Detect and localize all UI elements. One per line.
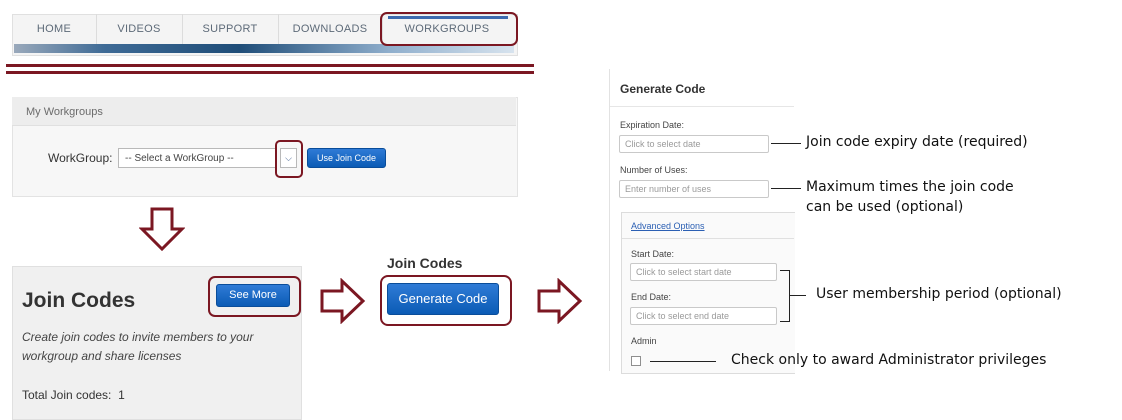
start-date-field[interactable]: Click to select start date: [630, 263, 777, 281]
membership-annotation-line: [790, 295, 806, 296]
workgroups-highlight-box: [380, 12, 518, 46]
max-uses-annotation-line2: can be used (optional): [806, 199, 964, 215]
total-join-codes: Total Join codes: 1: [22, 388, 125, 402]
admin-annotation-line: [650, 361, 716, 362]
join-codes-title: Join Codes: [22, 289, 136, 312]
divider-rule-bottom: [6, 71, 534, 74]
number-of-uses-label: Number of Uses:: [620, 165, 688, 175]
arrow-right-icon: [320, 278, 366, 324]
use-join-code-button[interactable]: Use Join Code: [307, 148, 386, 168]
arrow-right-icon: [537, 278, 583, 324]
nav-support[interactable]: SUPPORT: [182, 14, 279, 44]
generate-section-heading: Join Codes: [387, 255, 463, 271]
max-uses-annotation-line: [771, 188, 801, 189]
admin-label: Admin: [631, 336, 657, 346]
generate-code-highlight-box: [380, 275, 512, 326]
start-date-label: Start Date:: [631, 249, 675, 259]
end-date-label: End Date:: [631, 292, 672, 302]
membership-annotation: User membership period (optional): [816, 286, 1062, 302]
expiration-date-label: Expiration Date:: [620, 120, 685, 130]
nav-videos[interactable]: VIDEOS: [96, 14, 183, 44]
nav-home[interactable]: HOME: [12, 14, 97, 44]
arrow-down-icon: [139, 207, 185, 251]
nav-downloads[interactable]: DOWNLOADS: [278, 14, 383, 44]
expiration-date-field[interactable]: Click to select date: [619, 135, 769, 153]
form-title: Generate Code: [620, 82, 706, 96]
expiry-annotation: Join code expiry date (required): [806, 134, 1028, 150]
workgroup-select[interactable]: -- Select a WorkGroup --: [118, 148, 276, 168]
form-header-divider: [610, 106, 794, 107]
max-uses-annotation-line1: Maximum times the join code: [806, 179, 1014, 195]
membership-bracket: [780, 270, 790, 322]
my-workgroups-title: My Workgroups: [26, 106, 103, 118]
expiry-annotation-line: [771, 143, 801, 144]
total-join-codes-value: 1: [118, 388, 125, 402]
end-date-field[interactable]: Click to select end date: [630, 307, 777, 325]
divider-rule-top: [6, 64, 534, 67]
join-codes-description: Create join codes to invite members to y…: [22, 330, 254, 363]
admin-checkbox[interactable]: [631, 356, 641, 366]
total-join-codes-label: Total Join codes:: [22, 388, 112, 402]
see-more-highlight-box: [208, 276, 301, 317]
workgroup-label: WorkGroup:: [48, 151, 113, 165]
advanced-options-divider: [622, 238, 794, 239]
number-of-uses-field[interactable]: Enter number of uses: [619, 180, 769, 198]
advanced-options-link[interactable]: Advanced Options: [631, 221, 705, 231]
dropdown-highlight-box: [275, 140, 303, 178]
admin-annotation: Check only to award Administrator privil…: [731, 352, 1047, 368]
